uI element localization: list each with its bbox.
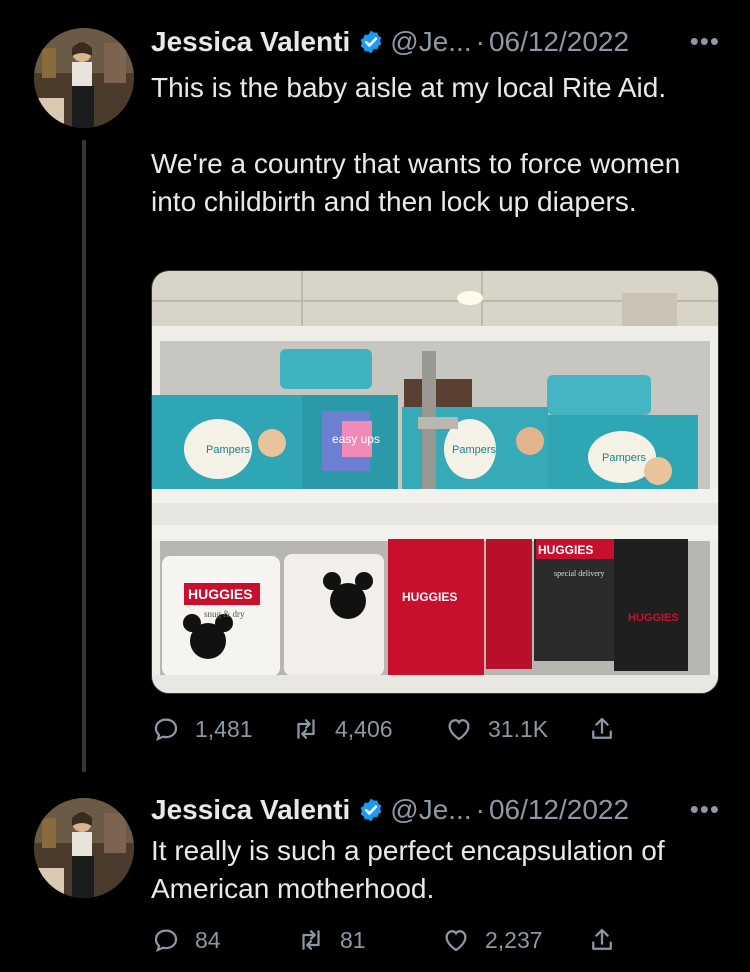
like-button[interactable]: 2,237 — [441, 920, 543, 960]
author-name[interactable]: Jessica Valenti — [151, 26, 350, 58]
like-count: 31.1K — [488, 715, 549, 742]
like-button[interactable]: 31.1K — [444, 709, 548, 749]
like-count: 2,237 — [485, 926, 543, 953]
author-handle[interactable]: @Je... — [390, 26, 471, 58]
retweet-icon — [302, 930, 320, 950]
tweet-photo[interactable]: Pampers easy ups Pampers Pampers HUGGIES… — [151, 270, 719, 694]
tweet-2[interactable]: Jessica Valenti @Je... · 06/12/2022 ••• … — [0, 780, 750, 972]
separator: · — [475, 26, 485, 57]
tweet-text: This is the baby aisle at my local Rite … — [151, 72, 681, 217]
avatar[interactable] — [34, 28, 134, 128]
tweet-1[interactable]: Jessica Valenti @Je... · 06/12/2022 ••• … — [0, 0, 750, 780]
verified-badge-icon[interactable] — [358, 797, 384, 823]
tweet-text: It really is such a perfect encapsulatio… — [151, 835, 671, 904]
share-icon — [592, 928, 612, 950]
retweet-icon — [297, 719, 315, 739]
brand-label: snug & dry — [204, 609, 245, 619]
tweet-header: Jessica Valenti @Je... · 06/12/2022 — [151, 24, 629, 60]
more-options-icon[interactable]: ••• — [690, 794, 720, 825]
reply-button[interactable]: 1,481 — [151, 709, 253, 749]
retweet-button[interactable]: 81 — [296, 920, 366, 960]
retweet-button[interactable]: 4,406 — [291, 709, 393, 749]
reply-count: 84 — [195, 926, 221, 953]
thread-line — [82, 140, 86, 772]
retweet-count: 4,406 — [335, 715, 393, 742]
share-icon — [592, 717, 612, 739]
tweet-header: Jessica Valenti @Je... · 06/12/2022 — [151, 792, 629, 828]
author-handle[interactable]: @Je... — [390, 794, 471, 826]
brand-label: Pampers — [452, 444, 497, 456]
author-name[interactable]: Jessica Valenti — [151, 794, 350, 826]
avatar-photo — [34, 28, 134, 128]
tweet-actions: 84 81 2,237 — [151, 920, 631, 960]
brand-label: Pampers — [602, 452, 647, 464]
brand-label: Pampers — [206, 444, 251, 456]
heart-icon — [448, 719, 470, 741]
brand-label: HUGGIES — [538, 543, 593, 557]
tweet-date[interactable]: 06/12/2022 — [489, 26, 629, 58]
baby-aisle-photo: Pampers easy ups Pampers Pampers HUGGIES… — [152, 271, 718, 693]
tweet-actions: 1,481 4,406 31.1K — [151, 709, 631, 749]
retweet-count: 81 — [340, 926, 366, 953]
heart-icon — [445, 930, 467, 952]
more-options-icon[interactable]: ••• — [690, 26, 720, 57]
avatar-photo — [34, 798, 134, 898]
reply-icon — [154, 929, 178, 953]
avatar[interactable] — [34, 798, 134, 898]
reply-button[interactable]: 84 — [151, 920, 221, 960]
brand-label: HUGGIES — [188, 586, 253, 602]
reply-count: 1,481 — [195, 715, 253, 742]
tweet-date[interactable]: 06/12/2022 — [489, 794, 629, 826]
share-button[interactable] — [587, 920, 631, 960]
reply-icon — [154, 718, 178, 742]
share-button[interactable] — [587, 709, 631, 749]
separator: · — [475, 794, 485, 825]
brand-label: HUGGIES — [628, 612, 679, 624]
verified-badge-icon[interactable] — [358, 29, 384, 55]
brand-label: easy ups — [332, 432, 380, 446]
brand-label: special delivery — [554, 569, 604, 578]
brand-label: HUGGIES — [402, 590, 457, 604]
